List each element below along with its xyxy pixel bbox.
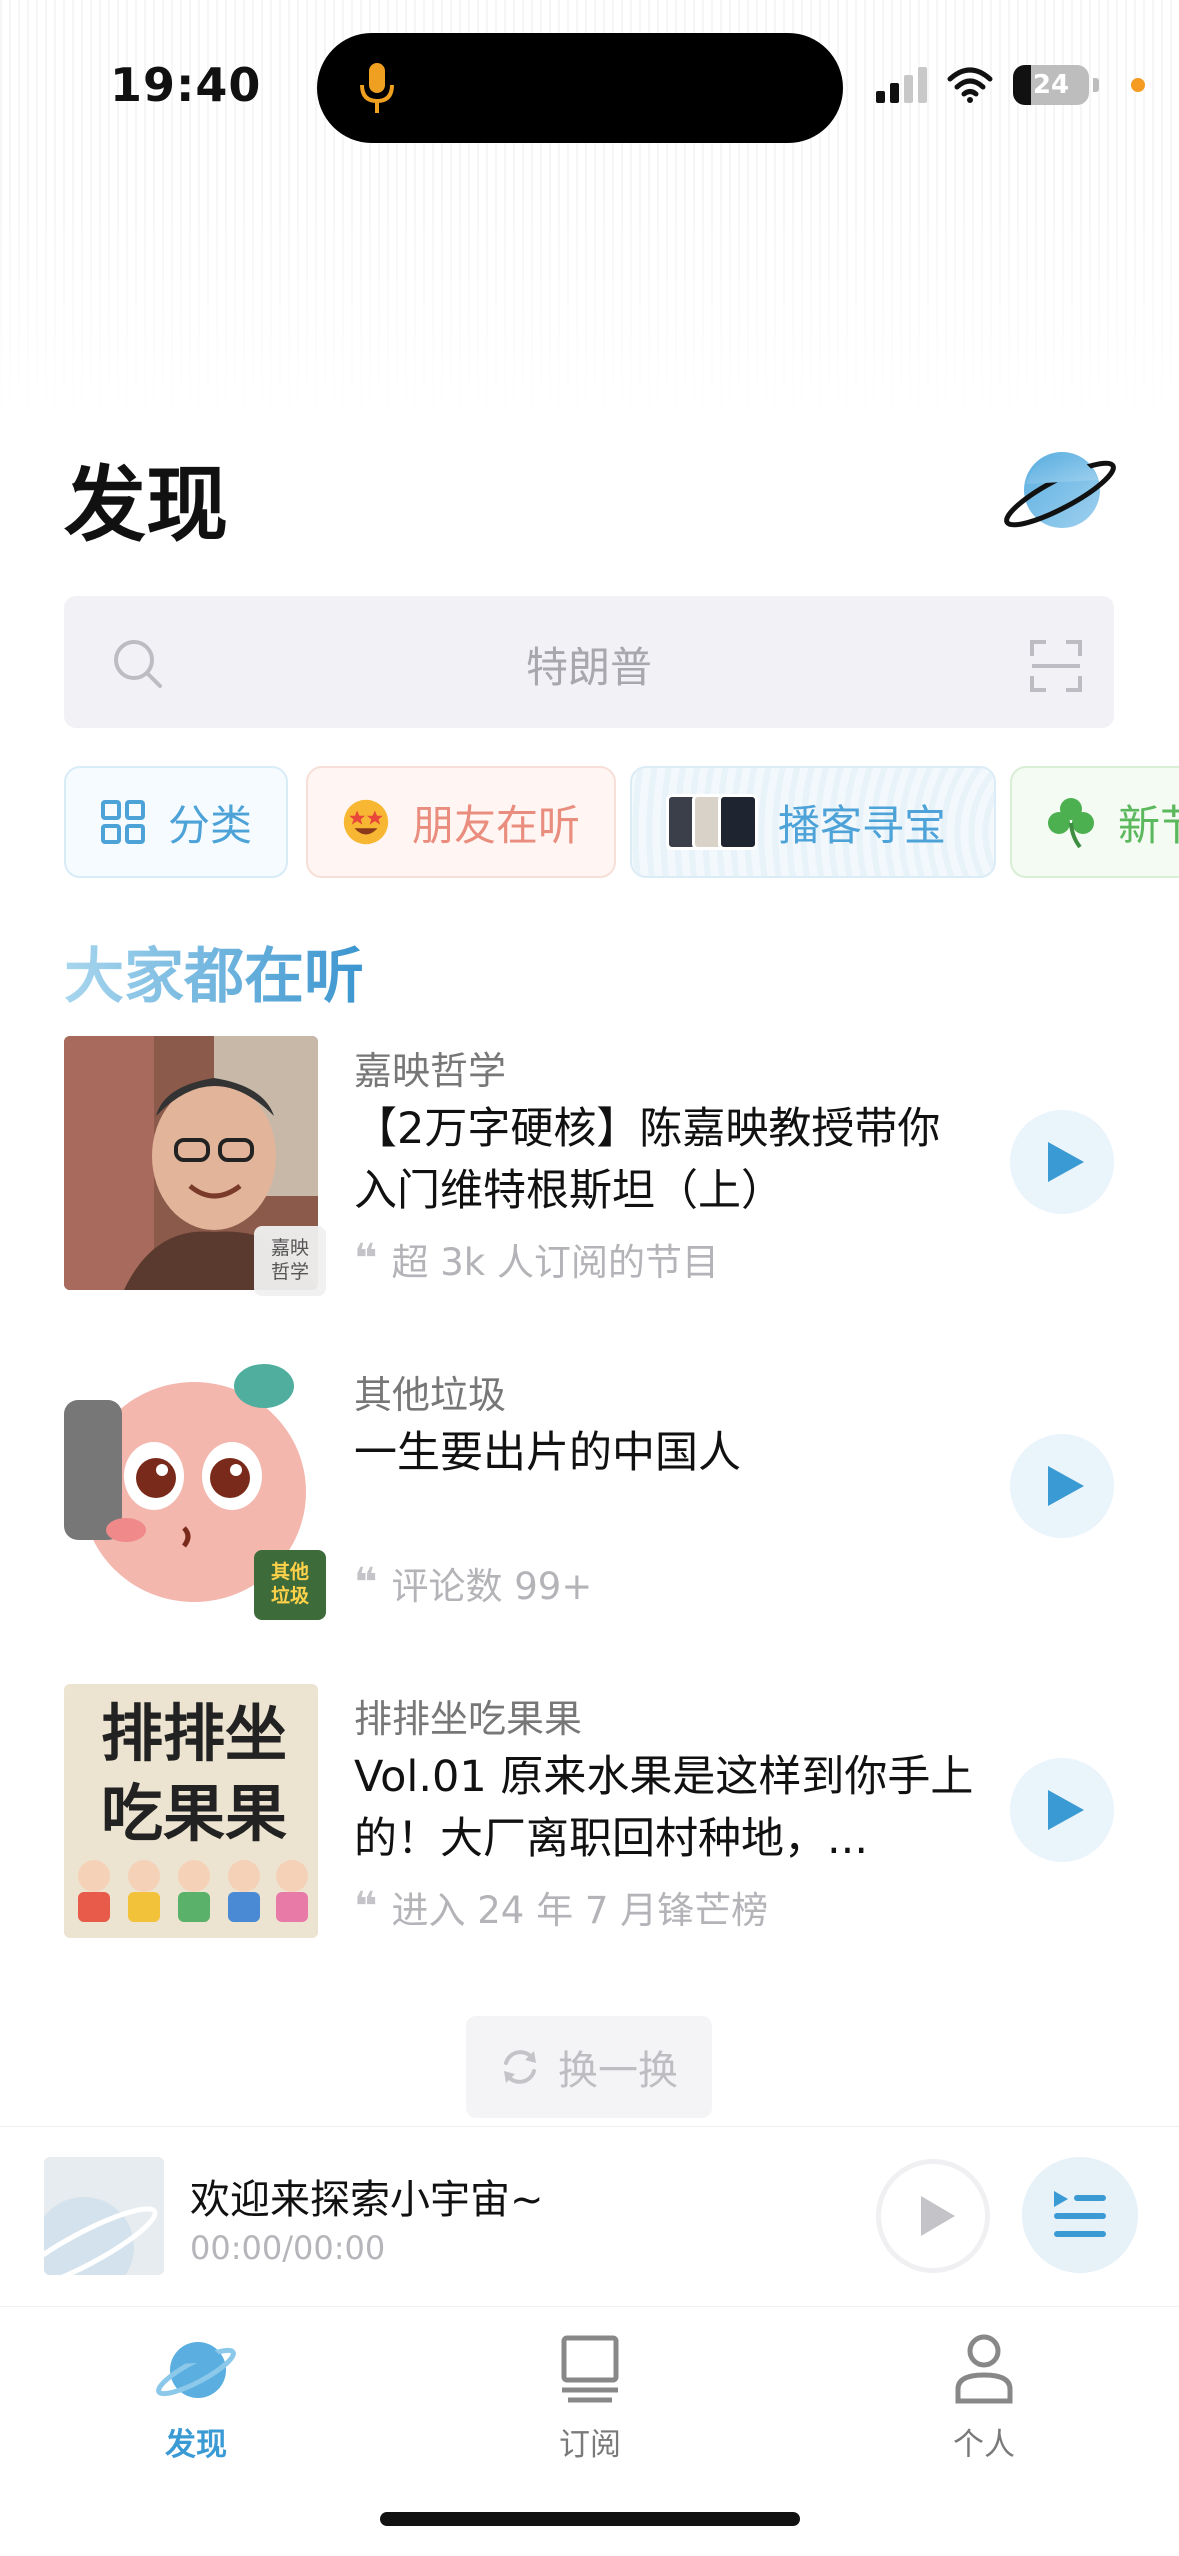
- planet-icon[interactable]: [1000, 440, 1120, 540]
- list-item[interactable]: 排排坐吃果果 排排坐吃果果 Vol.01 原来水果是这样到你手上的！大厂离职回村…: [64, 1684, 1114, 1940]
- chip-label: 分类: [167, 800, 252, 850]
- player-time: 00:00/00:00: [190, 2229, 386, 2267]
- home-indicator: [380, 2512, 800, 2526]
- search-placeholder: 特朗普: [525, 643, 652, 692]
- status-icons: 24: [876, 60, 1145, 110]
- scan-icon[interactable]: [1030, 640, 1082, 692]
- play-button[interactable]: [1010, 1434, 1114, 1538]
- episode-cover: 排排坐吃果果: [64, 1684, 318, 1938]
- episode-meta-text: 进入 24 年 7 月锋芒榜: [391, 1889, 769, 1932]
- play-icon: [1048, 1466, 1084, 1506]
- list-item[interactable]: 其他 垃圾 其他垃圾 一生要出片的中国人 ❝ 评论数 99+: [64, 1360, 1114, 1620]
- cellular-signal-icon: [876, 67, 927, 103]
- person-icon: [955, 2334, 1013, 2404]
- grid-icon: [100, 800, 145, 844]
- play-button[interactable]: [1010, 1110, 1114, 1214]
- status-time: 19:40: [110, 58, 262, 112]
- star-eyes-emoji-icon: [343, 799, 389, 845]
- planet-icon: [156, 2342, 236, 2398]
- chip-label: 朋友在听: [411, 800, 580, 850]
- mini-player[interactable]: 欢迎来探索小宇宙~ 00:00/00:00: [0, 2126, 1179, 2306]
- play-button[interactable]: [1010, 1758, 1114, 1862]
- chip-podcast-treasure[interactable]: 播客寻宝: [630, 766, 996, 878]
- tab-profile[interactable]: 个人: [884, 2327, 1084, 2464]
- refresh-icon: [504, 2050, 536, 2084]
- episode-title: 【2万字硬核】陈嘉映教授带你入门维特根斯坦（上）: [354, 1104, 941, 1216]
- player-title: 欢迎来探索小宇宙~: [190, 2177, 544, 2223]
- playlist-button[interactable]: [1022, 2157, 1138, 2273]
- chip-label: 播客寻宝: [778, 800, 947, 850]
- section-title: 大家都在听: [64, 928, 364, 1015]
- quote-icon: ❝: [354, 1560, 378, 1606]
- tab-subscriptions[interactable]: 订阅: [490, 2327, 690, 2464]
- podcast-badge: 嘉映 哲学: [254, 1226, 326, 1296]
- avatar-stack-icon: [666, 794, 758, 850]
- episode-title: Vol.01 原来水果是这样到你手上的！大厂离职回村种地，...: [354, 1752, 974, 1864]
- wifi-icon: [947, 67, 993, 103]
- player-cover: [44, 2157, 164, 2275]
- play-icon: [921, 2196, 955, 2236]
- refresh-button[interactable]: 换一换: [466, 2016, 712, 2118]
- cover-title: 排排坐吃果果: [100, 1697, 287, 1850]
- episode-meta: ❝ 超 3k 人订阅的节目: [354, 1232, 719, 1286]
- podcast-name: 其他垃圾: [354, 1373, 507, 1417]
- quote-icon: ❝: [354, 1884, 378, 1930]
- page-title: 发现: [64, 458, 229, 553]
- quick-entry-chips: 分类 朋友在听 播客寻宝 新节: [64, 766, 1179, 878]
- tab-label: 发现: [165, 2427, 227, 2463]
- episode-meta-text: 评论数 99+: [391, 1565, 593, 1608]
- subscription-icon: [561, 2335, 619, 2403]
- tab-label: 订阅: [559, 2427, 621, 2463]
- player-play-button[interactable]: [876, 2159, 990, 2273]
- chip-category[interactable]: 分类: [64, 766, 288, 878]
- tab-discover[interactable]: 发现: [96, 2327, 296, 2464]
- podcast-name: 嘉映哲学: [354, 1049, 507, 1093]
- chip-label: 新节: [1118, 800, 1179, 850]
- podcast-name: 排排坐吃果果: [354, 1697, 583, 1741]
- podcast-badge: 其他 垃圾: [254, 1550, 326, 1620]
- chip-new[interactable]: 新节: [1010, 766, 1179, 878]
- play-icon: [1048, 1142, 1084, 1182]
- privacy-indicator-dot: [1131, 78, 1145, 92]
- episode-meta: ❝ 进入 24 年 7 月锋芒榜: [354, 1880, 768, 1934]
- episode-title: 一生要出片的中国人: [354, 1428, 741, 1478]
- episode-meta-text: 超 3k 人订阅的节目: [391, 1241, 719, 1284]
- battery-level: 24: [1032, 70, 1070, 100]
- play-icon: [1048, 1790, 1084, 1830]
- list-item[interactable]: 嘉映 哲学 嘉映哲学 【2万字硬核】陈嘉映教授带你入门维特根斯坦（上） ❝ 超 3…: [64, 1036, 1114, 1296]
- clover-icon: [1048, 798, 1094, 849]
- battery-icon: 24: [1013, 65, 1089, 105]
- quote-icon: ❝: [354, 1236, 378, 1282]
- dynamic-island: [317, 33, 843, 143]
- search-bar[interactable]: 特朗普: [64, 596, 1114, 728]
- playlist-icon: [1054, 2191, 1106, 2237]
- tab-label: 个人: [953, 2427, 1015, 2463]
- chip-friends-listening[interactable]: 朋友在听: [306, 766, 616, 878]
- microphone-icon: [360, 63, 394, 113]
- episode-meta: ❝ 评论数 99+: [354, 1556, 592, 1610]
- refresh-label: 换一换: [558, 2048, 678, 2094]
